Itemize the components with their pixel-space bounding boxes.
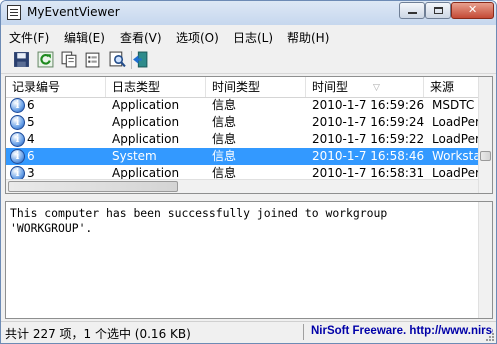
- maximize-button[interactable]: [425, 2, 451, 19]
- event-list[interactable]: 记录编号 日志类型 时间类型 时间型 ▽ 来源 i 6 Application …: [5, 76, 493, 194]
- event-type-cell: 信息: [212, 98, 237, 112]
- list-horizontal-scrollbar[interactable]: [6, 179, 478, 193]
- menu-options[interactable]: 选项(O): [176, 29, 219, 46]
- menu-edit[interactable]: 编辑(E): [64, 29, 105, 46]
- column-source[interactable]: 来源: [424, 77, 484, 97]
- log-type-cell: System: [112, 149, 157, 163]
- event-type-cell: 信息: [212, 115, 237, 129]
- time-cell: 2010-1-7 16:58:46: [312, 149, 424, 163]
- source-cell: Worksta: [432, 149, 478, 163]
- list-header: 记录编号 日志类型 时间类型 时间型 ▽ 来源: [6, 77, 492, 98]
- menu-file[interactable]: 文件(F): [9, 29, 49, 46]
- info-icon: i: [10, 115, 25, 130]
- record-number-cell: 6: [27, 98, 35, 112]
- app-icon: [7, 5, 21, 20]
- horizontal-scroll-thumb[interactable]: [8, 181, 178, 192]
- minimize-button[interactable]: [399, 2, 425, 19]
- properties-icon[interactable]: [84, 51, 101, 68]
- column-time[interactable]: 时间型: [306, 77, 424, 97]
- log-type-cell: Application: [112, 132, 180, 146]
- record-number-cell: 6: [27, 149, 35, 163]
- event-description-panel[interactable]: This computer has been successfully join…: [5, 201, 493, 319]
- table-row[interactable]: i 6 Application 信息 2010-1-7 16:59:26 MSD…: [6, 97, 478, 114]
- event-description-text: This computer has been successfully join…: [10, 206, 388, 235]
- main-window: MyEventViewer 文件(F) 编辑(E) 查看(V) 选项(O) 日志…: [0, 0, 497, 344]
- record-number-cell: 4: [27, 132, 35, 146]
- copy-icon[interactable]: [61, 51, 78, 68]
- sort-arrow-icon: ▽: [373, 83, 380, 93]
- table-row[interactable]: i 5 Application 信息 2010-1-7 16:59:24 Loa…: [6, 114, 478, 131]
- window-title: MyEventViewer: [27, 5, 120, 19]
- toolbar: [1, 47, 496, 74]
- exit-icon[interactable]: [132, 51, 149, 68]
- source-cell: LoadPer: [432, 132, 478, 146]
- log-type-cell: Application: [112, 98, 180, 112]
- table-row[interactable]: i 4 Application 信息 2010-1-7 16:59:22 Loa…: [6, 131, 478, 148]
- info-icon: i: [10, 132, 25, 147]
- info-icon: i: [10, 149, 25, 164]
- list-vertical-scrollbar[interactable]: [478, 77, 492, 193]
- column-event-type[interactable]: 时间类型: [206, 77, 306, 97]
- menu-view[interactable]: 查看(V): [120, 29, 162, 46]
- nirsoft-link[interactable]: NirSoft Freeware. http://www.nirsoft.net: [311, 325, 493, 337]
- find-icon[interactable]: [109, 51, 126, 68]
- source-cell: MSDTC: [432, 98, 475, 112]
- title-bar[interactable]: MyEventViewer: [1, 1, 496, 25]
- event-type-cell: 信息: [212, 149, 237, 163]
- status-divider: [303, 324, 304, 340]
- close-button[interactable]: [451, 2, 494, 19]
- status-summary: 共计 227 项，1 个选中 (0.16 KB): [5, 327, 191, 341]
- refresh-icon[interactable]: [37, 51, 54, 68]
- time-cell: 2010-1-7 16:59:22: [312, 132, 424, 146]
- vertical-scroll-thumb[interactable]: [480, 151, 491, 161]
- status-bar: 共计 227 项，1 个选中 (0.16 KB) NirSoft Freewar…: [1, 321, 496, 343]
- resize-grip-icon[interactable]: [485, 332, 495, 342]
- source-cell: LoadPer: [432, 115, 478, 129]
- table-row-selected[interactable]: i 6 System 信息 2010-1-7 16:58:46 Worksta: [6, 148, 478, 165]
- menu-help[interactable]: 帮助(H): [287, 29, 329, 46]
- record-number-cell: 5: [27, 115, 35, 129]
- description-vertical-scrollbar[interactable]: [478, 202, 492, 318]
- column-log-type[interactable]: 日志类型: [106, 77, 206, 97]
- save-icon[interactable]: [13, 51, 30, 68]
- time-cell: 2010-1-7 16:59:26: [312, 98, 424, 112]
- time-cell: 2010-1-7 16:59:24: [312, 115, 424, 129]
- menu-log[interactable]: 日志(L): [233, 29, 273, 46]
- log-type-cell: Application: [112, 115, 180, 129]
- event-type-cell: 信息: [212, 132, 237, 146]
- column-record-number[interactable]: 记录编号: [6, 77, 106, 97]
- menu-bar: 文件(F) 编辑(E) 查看(V) 选项(O) 日志(L) 帮助(H): [1, 26, 496, 46]
- info-icon: i: [10, 98, 25, 113]
